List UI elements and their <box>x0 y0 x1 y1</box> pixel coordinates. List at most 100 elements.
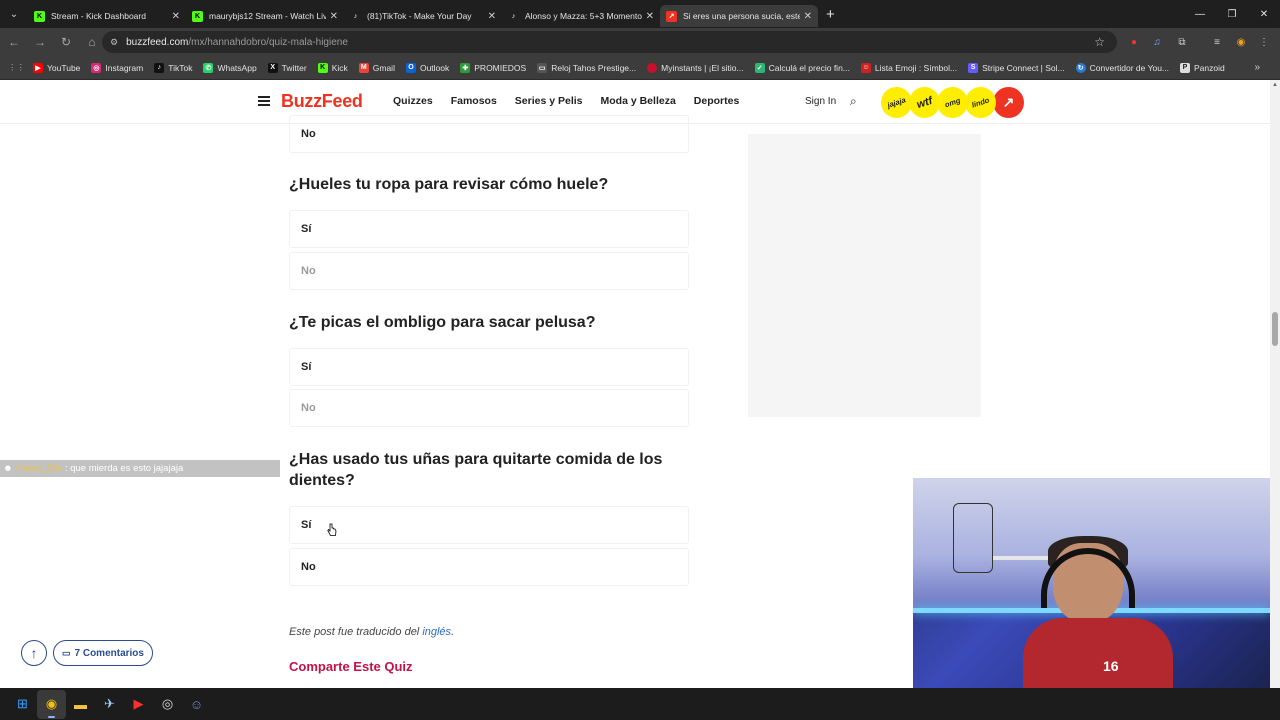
page-icon: ▭ <box>537 62 548 73</box>
nav-series-pelis[interactable]: Series y Pelis <box>515 95 583 107</box>
gmail-icon: M <box>358 62 369 73</box>
x-icon: X <box>267 62 278 73</box>
close-icon[interactable]: ✕ <box>330 11 338 22</box>
browser-tab[interactable]: ♪ Alonso y Mazza: 5+3 Momento ✕ <box>502 5 660 27</box>
tab-search-icon[interactable]: ⌄ <box>0 0 28 28</box>
menu-hamburger-icon[interactable] <box>258 96 270 106</box>
calc-icon: ✓ <box>754 62 765 73</box>
chrome-icon[interactable]: ◉ <box>37 689 66 719</box>
apps-grid-icon[interactable]: ⋮⋮ <box>8 62 25 73</box>
bookmark-calcula[interactable]: ✓ Calculá el precio fin... <box>754 62 850 73</box>
browser-tab[interactable]: K maurybjs12 Stream - Watch Liv ✕ <box>186 5 344 27</box>
profile-avatar-icon[interactable]: ◉ <box>1231 32 1251 52</box>
quiz-question: ¿Te picas el ombligo para sacar pelusa? <box>289 314 596 331</box>
buzzfeed-logo[interactable]: BuzzFeed <box>281 91 363 112</box>
minimize-icon[interactable]: — <box>1184 0 1216 28</box>
tiktok-icon: ♪ <box>154 62 165 73</box>
address-bar[interactable]: ⚙ buzzfeed.com/mx/hannahdobro/quiz-mala-… <box>102 31 1117 53</box>
webcam-feed: 16 <box>913 478 1270 688</box>
bookmark-outlook[interactable]: O Outlook <box>405 62 449 73</box>
close-icon[interactable]: ✕ <box>172 11 180 22</box>
file-explorer-icon[interactable]: ▬ <box>66 690 95 719</box>
window-controls: — ❐ ✕ <box>1184 0 1280 28</box>
close-icon[interactable]: ✕ <box>488 11 496 22</box>
bookmark-panzoid[interactable]: P Panzoid <box>1180 62 1225 73</box>
extension-badge-icon[interactable]: ● <box>1124 32 1144 52</box>
quiz-option[interactable]: Sí <box>289 210 689 248</box>
reload-icon[interactable]: ↻ <box>54 30 78 54</box>
site-info-icon[interactable]: ⚙ <box>110 37 118 48</box>
bookmark-kick[interactable]: K Kick <box>317 62 348 73</box>
bookmark-promiedos[interactable]: ✚ PROMIEDOS <box>460 62 526 73</box>
close-icon[interactable]: ✕ <box>646 11 654 22</box>
bookmark-tiktok[interactable]: ♪ TikTok <box>154 62 192 73</box>
back-arrow-icon[interactable]: ← <box>2 30 26 54</box>
search-icon[interactable]: ⌕ <box>850 94 857 109</box>
nav-quizzes[interactable]: Quizzes <box>393 95 433 107</box>
buzzfeed-trend-icon: ↗ <box>666 10 677 22</box>
bookmark-stripe[interactable]: S Stripe Connect | Sol... <box>968 62 1065 73</box>
extensions-puzzle-icon[interactable]: ⧉ <box>1172 32 1192 52</box>
comments-button[interactable]: ▭ 7 Comentarios <box>53 640 153 666</box>
stripe-icon: S <box>968 62 979 73</box>
youtube-app-icon[interactable]: ▶ <box>124 690 153 719</box>
bookmark-myinstants[interactable]: Myinstants | ¡El sitio... <box>647 62 744 73</box>
scroll-to-top-button[interactable]: ↑ <box>21 640 47 666</box>
browser-tab[interactable]: K Stream - Kick Dashboard ✕ <box>28 5 186 27</box>
nav-deportes[interactable]: Deportes <box>694 95 740 107</box>
badge-lindo[interactable]: lindo <box>960 82 1001 123</box>
quiz-option[interactable]: No <box>289 252 689 290</box>
tiktok-icon: ♪ <box>353 12 358 20</box>
obs-icon[interactable]: ◎ <box>153 690 182 719</box>
whatsapp-icon: ✆ <box>203 62 214 73</box>
bookmark-lista-emoji[interactable]: ☺ Lista Emoji : Símbol... <box>860 62 957 73</box>
browser-tab[interactable]: ♪ (81)TikTok - Make Your Day ✕ <box>344 5 502 27</box>
quiz-option[interactable]: Sí <box>289 348 689 386</box>
quiz-option[interactable]: No <box>289 389 689 427</box>
jersey-number: 16 <box>1103 658 1119 674</box>
close-icon[interactable]: ✕ <box>804 11 812 22</box>
quiz-option[interactable]: Sí <box>289 506 689 544</box>
bookmark-instagram[interactable]: ◎ Instagram <box>91 62 143 73</box>
sign-in-link[interactable]: Sign In <box>805 96 836 107</box>
bookmark-reloj[interactable]: ▭ Reloj Tahos Prestige... <box>537 62 636 73</box>
restore-icon[interactable]: ❐ <box>1216 0 1248 28</box>
bookmark-twitter[interactable]: X Twitter <box>267 62 307 73</box>
promiedos-icon: ✚ <box>460 62 471 73</box>
chat-text: : que mierda es esto jajajaja <box>64 463 184 474</box>
browser-tab-active[interactable]: ↗ Si eres una persona sucia, este ✕ <box>660 5 818 27</box>
quiz-option[interactable]: No <box>289 548 689 586</box>
trending-icon[interactable]: ↗ <box>993 87 1024 118</box>
windows-start-icon[interactable]: ⊞ <box>8 690 37 719</box>
quiz-option[interactable]: No <box>289 115 689 153</box>
chat-username: Karen_23v <box>16 463 62 474</box>
close-window-icon[interactable]: ✕ <box>1248 0 1280 28</box>
nav-moda-belleza[interactable]: Moda y Belleza <box>601 95 676 107</box>
forward-arrow-icon[interactable]: → <box>28 30 52 54</box>
discord-icon[interactable]: ☺ <box>182 690 211 719</box>
more-bookmarks-icon[interactable]: » <box>1254 62 1260 73</box>
scrollbar-thumb[interactable] <box>1272 312 1278 346</box>
steam-icon[interactable]: ✈ <box>95 690 124 719</box>
browser-menu-icon[interactable]: ⋮ <box>1254 32 1274 52</box>
reading-list-icon[interactable]: ≡ <box>1207 32 1227 52</box>
home-icon[interactable]: ⌂ <box>80 30 104 54</box>
url-path: /mx/hannahdobro/quiz-mala-higiene <box>188 36 348 48</box>
new-tab-button[interactable]: + <box>826 6 835 23</box>
outlook-icon: O <box>405 62 416 73</box>
ad-placeholder <box>748 134 981 417</box>
bookmark-star-icon[interactable]: ☆ <box>1094 35 1105 49</box>
page-scrollbar[interactable]: ▲ <box>1270 80 1280 688</box>
chat-avatar-icon: ☻ <box>3 463 13 474</box>
scroll-up-arrow-icon[interactable]: ▲ <box>1272 82 1278 88</box>
english-original-link[interactable]: inglés <box>422 626 451 638</box>
bookmark-youtube[interactable]: ▶ YouTube <box>33 62 80 73</box>
nav-famosos[interactable]: Famosos <box>451 95 497 107</box>
audio-extension-icon[interactable]: ♫ <box>1147 32 1167 52</box>
kick-icon: K <box>317 62 328 73</box>
bookmark-gmail[interactable]: M Gmail <box>358 62 395 73</box>
bookmark-whatsapp[interactable]: ✆ WhatsApp <box>203 62 257 73</box>
bookmark-convertidor[interactable]: ↻ Convertidor de You... <box>1075 62 1169 73</box>
reaction-badges: jajaja wtf omg lindo ↗ <box>876 82 1024 123</box>
quiz-question: ¿Hueles tu ropa para revisar cómo huele? <box>289 176 609 193</box>
